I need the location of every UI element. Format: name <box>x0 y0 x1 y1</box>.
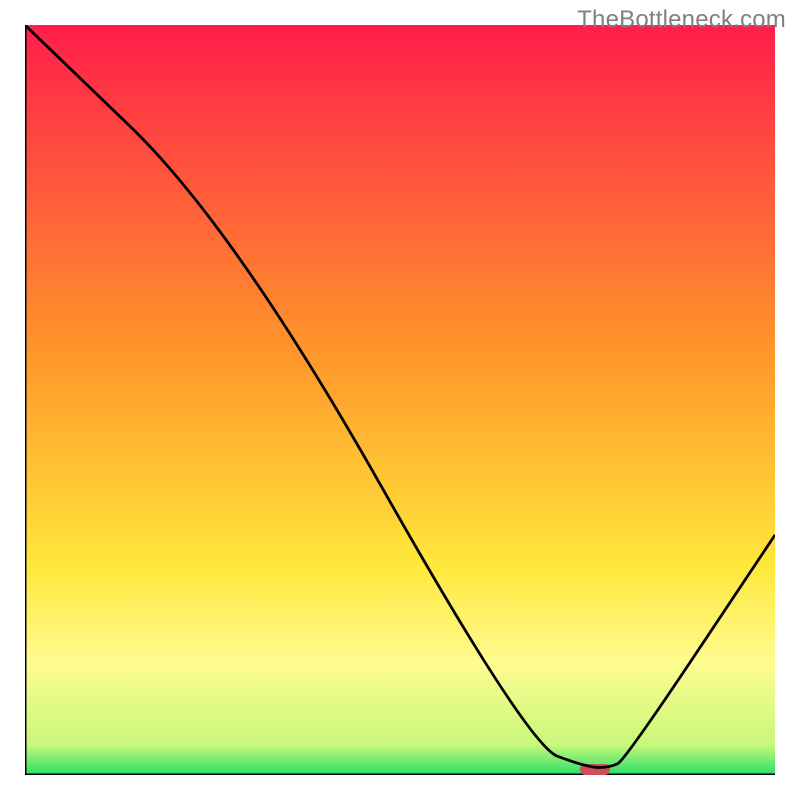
chart-container: TheBottleneck.com <box>0 0 800 800</box>
bottleneck-curve <box>25 25 775 768</box>
watermark-text: TheBottleneck.com <box>577 6 786 34</box>
plot-area <box>25 25 775 775</box>
chart-overlay <box>25 25 775 775</box>
